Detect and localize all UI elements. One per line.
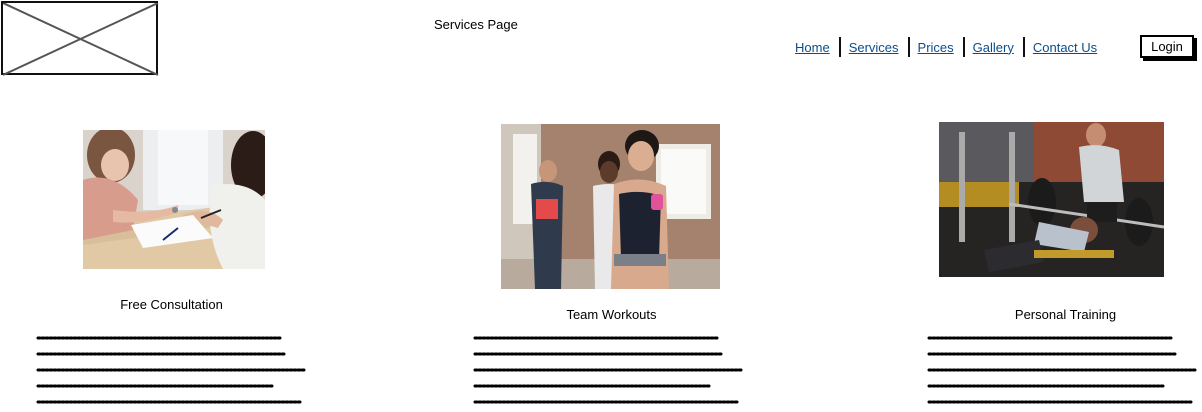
login-button[interactable]: Login — [1140, 35, 1194, 58]
scribble-text-block — [473, 331, 748, 412]
service-title-personal-training: Personal Training — [1014, 307, 1117, 322]
nav-divider — [1022, 37, 1025, 57]
image-placeholder-icon — [3, 3, 159, 76]
nav-prices[interactable]: Prices — [918, 40, 954, 55]
page-title: Services Page — [434, 17, 518, 32]
nav-home[interactable]: Home — [795, 40, 830, 55]
nav-divider — [838, 37, 841, 57]
nav-services[interactable]: Services — [849, 40, 899, 55]
consultation-photo — [83, 130, 265, 269]
nav-divider — [962, 37, 965, 57]
service-title-team-workouts: Team Workouts — [566, 307, 657, 322]
nav-contact-us[interactable]: Contact Us — [1033, 40, 1097, 55]
logo-placeholder — [1, 1, 159, 76]
nav-divider — [907, 37, 910, 57]
team-workout-photo — [501, 124, 720, 289]
scribble-text-block — [36, 331, 311, 412]
personal-training-photo — [939, 122, 1164, 277]
nav-gallery[interactable]: Gallery — [973, 40, 1014, 55]
service-title-consultation: Free Consultation — [120, 297, 223, 312]
main-nav: Home Services Prices Gallery Contact Us — [795, 37, 1097, 57]
scribble-text-block — [927, 331, 1202, 412]
